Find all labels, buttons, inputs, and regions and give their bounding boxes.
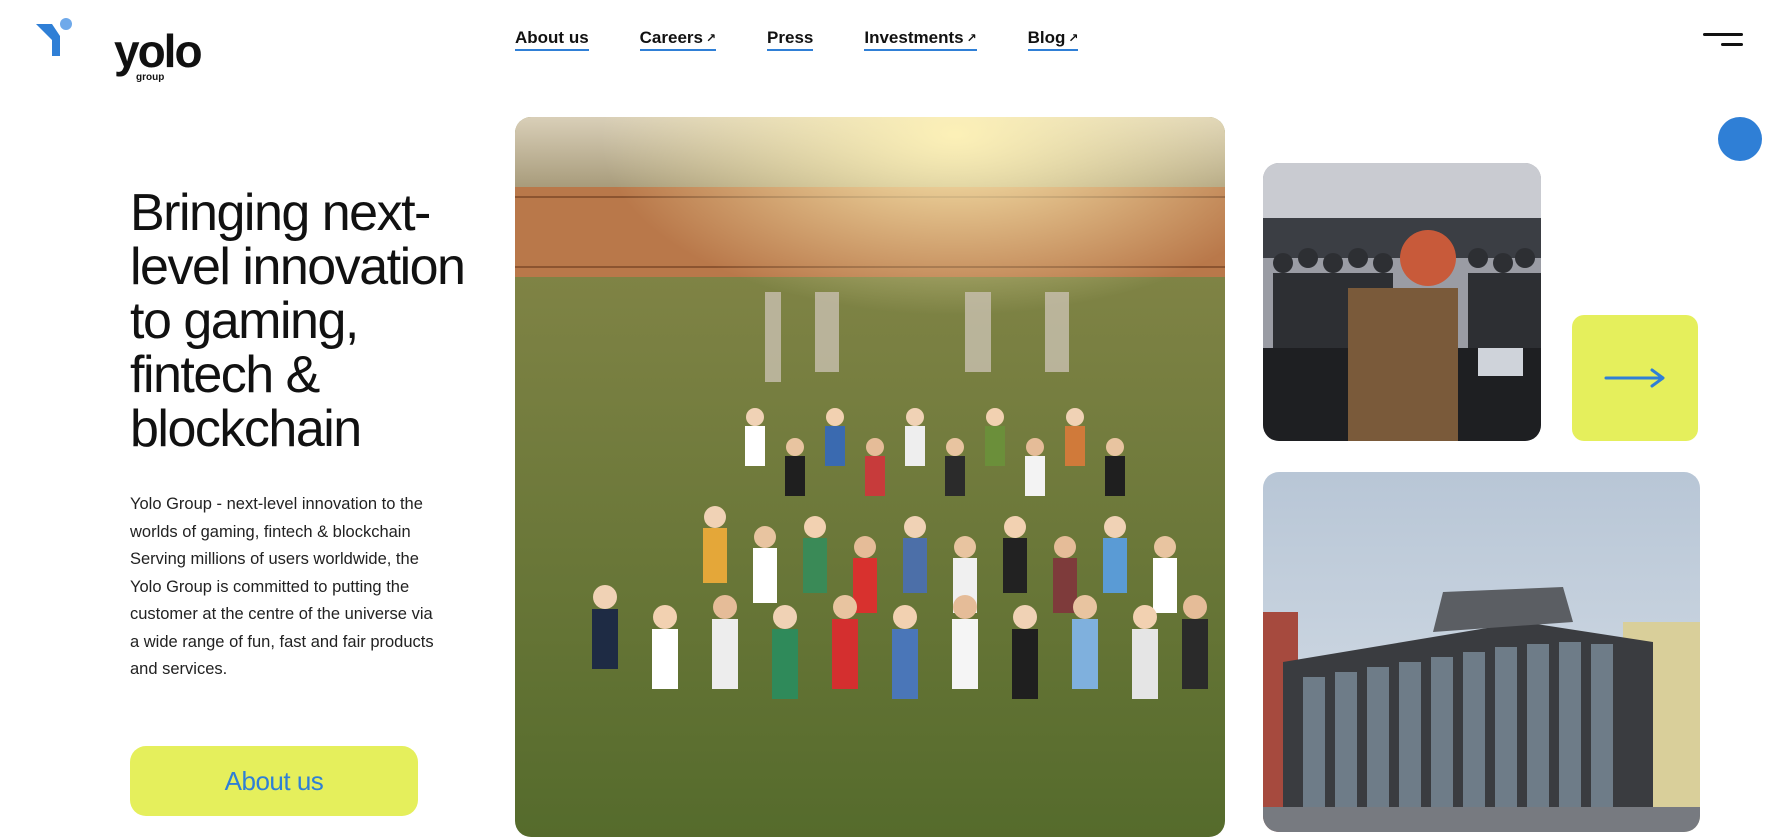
nav-label: Blog [1027,28,1066,47]
nav-label: About us [515,28,589,47]
main-nav: About us Careers ↗ Press Investments ↗ B… [515,28,1079,51]
dj-photo-illustration [1263,163,1541,441]
nav-investments[interactable]: Investments ↗ [864,28,977,51]
nav-label: Careers [639,28,703,47]
logo[interactable]: yolo group [34,18,203,84]
nav-press[interactable]: Press [767,28,814,51]
menu-line [1721,43,1743,46]
external-link-icon: ↗ [966,31,977,45]
team-photo-illustration [515,117,1225,837]
team-photo [515,117,1225,837]
external-link-icon: ↗ [705,31,717,45]
nav-about-us[interactable]: About us [515,28,589,51]
hamburger-menu-icon[interactable] [1703,33,1743,49]
building-photo-illustration [1263,472,1700,832]
logo-subtitle: group [136,72,165,83]
floating-dot [1718,117,1762,161]
nav-careers[interactable]: Careers ↗ [639,28,717,51]
nav-label: Investments [864,28,964,47]
office-building-photo [1263,472,1700,832]
hero-description: Yolo Group - next-level innovation to th… [130,495,434,678]
next-arrow-button[interactable] [1572,315,1698,441]
menu-line [1703,33,1743,36]
nav-blog[interactable]: Blog ↗ [1027,28,1079,51]
dj-photo [1263,163,1541,441]
logo-wordmark: yolo [114,25,203,77]
hero-headline: Bringing next-level innovation to gaming… [130,184,466,458]
nav-label: Press [767,28,814,47]
logo-mark-icon [36,18,72,56]
external-link-icon: ↗ [1068,31,1079,45]
arrow-right-icon [1604,368,1665,388]
